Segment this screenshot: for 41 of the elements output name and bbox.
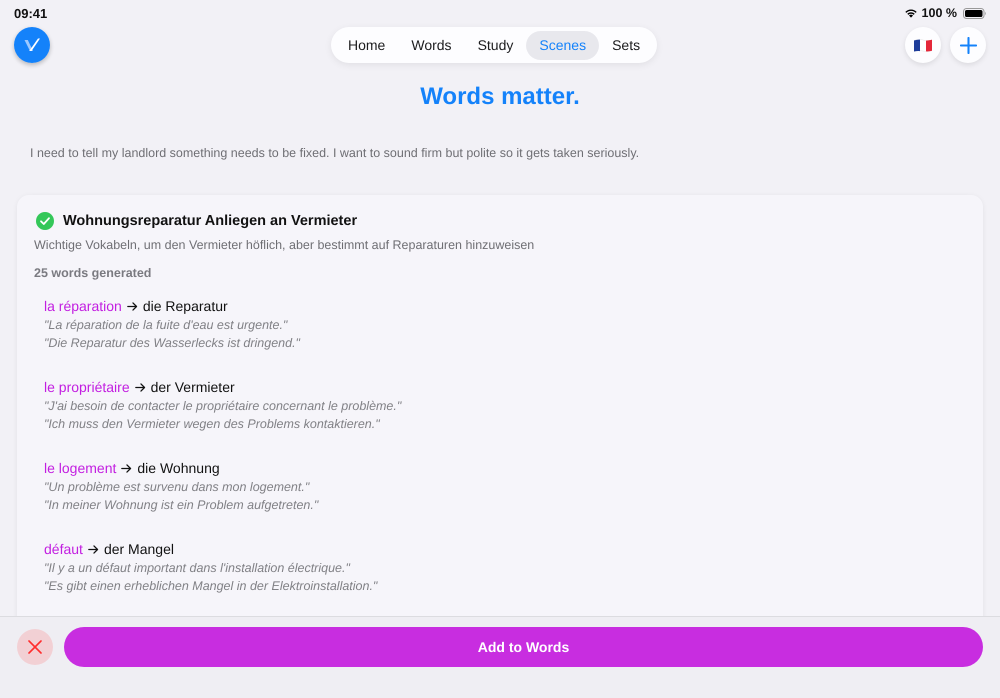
translation-text: die Reparatur — [142, 298, 228, 314]
arrow-icon — [121, 464, 132, 472]
prompt-text: I need to tell my landlord something needs to be fixed. I want to sound firm but polite so it gets taken seriously. — [30, 145, 640, 162]
language-button[interactable] — [905, 27, 941, 63]
example-sentence: "La réparation de la fuite d'eau est urgente." — [44, 317, 289, 334]
example-translation: "Es gibt einen erheblichen Mangel in der Elektroinstallation." — [44, 578, 379, 595]
example-translation: "Die Reparatur des Wasserlecks ist dringend." — [44, 335, 302, 352]
add-to-words-button[interactable]: Add to Words — [64, 627, 983, 667]
page-title: Words matter. — [419, 82, 581, 112]
term-text: le logement — [44, 460, 116, 476]
example-sentence: "Un problème est survenu dans mon logement." — [44, 479, 311, 496]
example-translation: "Ich muss den Vermieter wegen des Problems kontaktieren." — [44, 416, 381, 433]
plus-icon — [960, 36, 976, 54]
scene-title: Wohnungsreparatur Anliegen an Vermieter — [63, 212, 358, 231]
add-button[interactable] — [950, 27, 986, 63]
translation-text: die Wohnung — [137, 460, 220, 476]
flag-icon — [914, 38, 932, 52]
arrow-icon — [134, 382, 146, 392]
nav-tab[interactable]: Sets — [599, 30, 654, 60]
scene-description: Wichtige Vokabeln, um den Vermieter höflich, aber bestimmt auf Reparaturen hinzuweisen — [34, 237, 536, 254]
battery-icon — [963, 8, 987, 18]
example-translation: "In meiner Wohnung ist ein Problem aufgetreten." — [44, 497, 320, 514]
arrow-icon — [126, 302, 138, 310]
status-time: 09:41 — [14, 6, 48, 20]
close-icon — [28, 640, 42, 654]
word-count: 25 words generated — [34, 265, 152, 282]
translation-text: der Vermieter — [150, 379, 235, 395]
term-text: la réparation — [44, 298, 122, 314]
translation-text: der Mangel — [104, 541, 174, 557]
example-sentence: "Il y a un défaut important dans l'installation électrique." — [44, 560, 352, 577]
term-text: le propriétaire — [44, 379, 130, 395]
app-logo-icon[interactable] — [14, 27, 50, 63]
example-sentence: "J'ai besoin de contacter le propriétaire concernant le problème." — [44, 398, 403, 415]
term-text: défaut — [44, 541, 83, 557]
nav-tab[interactable]: Words — [398, 30, 465, 60]
nav-tab[interactable]: Home — [335, 30, 398, 60]
nav-tab[interactable]: Study — [464, 30, 526, 60]
arrow-icon — [88, 544, 99, 554]
wifi-icon — [904, 8, 918, 18]
close-button[interactable] — [17, 629, 53, 665]
battery-percent: 100 % — [922, 6, 957, 20]
